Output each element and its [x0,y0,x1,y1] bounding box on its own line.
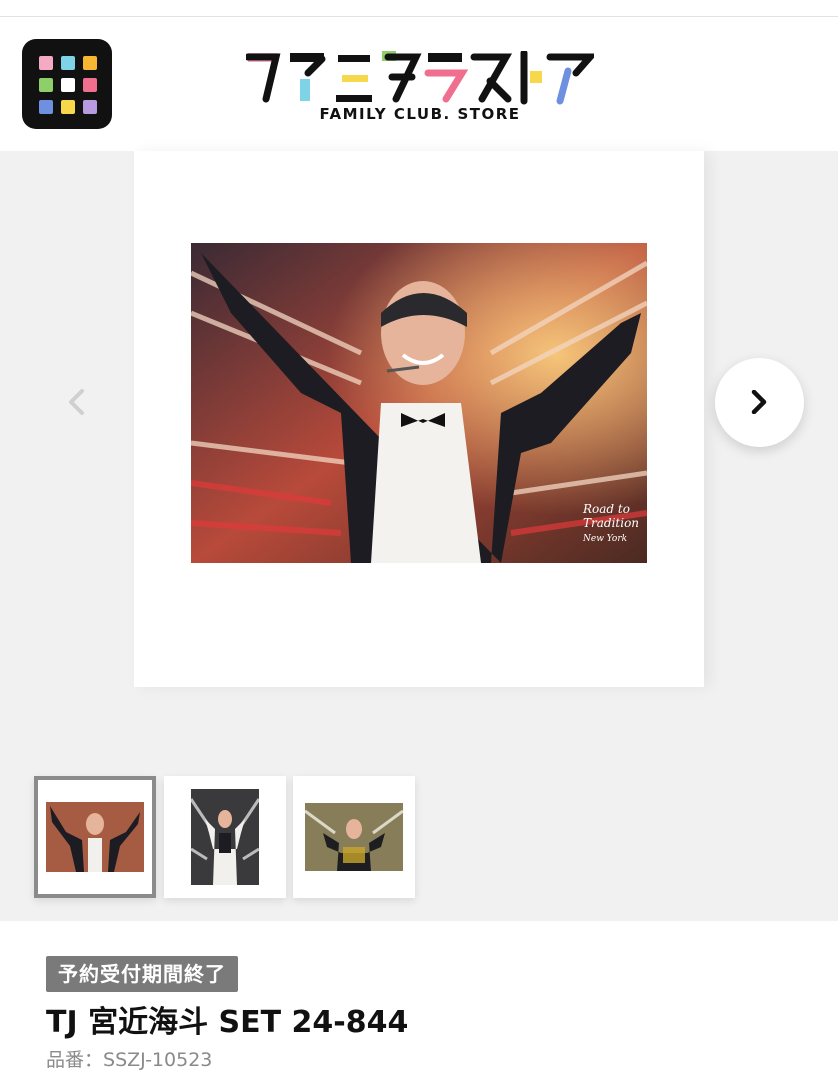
site-header: FAMILY CLUB. STORE [0,17,838,151]
photo-watermark: Road to [582,502,630,516]
next-slide-button[interactable] [715,358,804,447]
app-icon-dot [39,56,53,70]
app-icon-dot [61,100,75,114]
chevron-left-icon[interactable] [62,387,92,417]
product-gallery: Road to Tradition New York [0,151,838,921]
app-icon-dot [39,100,53,114]
app-icon-dot [83,100,97,114]
sku-label: 品番： [46,1049,104,1071]
app-icon-dot [83,56,97,70]
app-icon-dot [61,56,75,70]
sku-value: SSZJ-10523 [103,1049,213,1071]
app-icon-dot [61,78,75,92]
app-icon-dot [83,78,97,92]
thumbnail-photo [191,789,259,885]
svg-text:Tradition: Tradition [583,516,639,530]
product-sku: 品番：SSZJ-10523 [46,1045,212,1072]
chevron-right-icon [751,390,767,414]
thumbnail-photo [46,802,144,872]
main-product-photo[interactable]: Road to Tradition New York [191,243,647,563]
product-title: TJ 宮近海斗 SET 24-844 [46,1005,409,1040]
thumbnail-3[interactable] [293,776,415,898]
product-info: 予約受付期間終了 TJ 宮近海斗 SET 24-844 品番：SSZJ-1052… [0,921,838,1080]
status-badge: 予約受付期間終了 [46,956,238,992]
site-logo[interactable] [246,51,594,147]
main-slide: Road to Tradition New York [134,151,704,687]
logo-subtitle: FAMILY CLUB. STORE [319,105,521,123]
thumbnail-2[interactable] [164,776,286,898]
thumbnail-photo [305,803,403,871]
app-icon-dot [39,78,53,92]
app-menu-icon[interactable] [22,39,112,129]
thumbnail-1[interactable] [34,776,156,898]
svg-text:New York: New York [582,534,627,544]
